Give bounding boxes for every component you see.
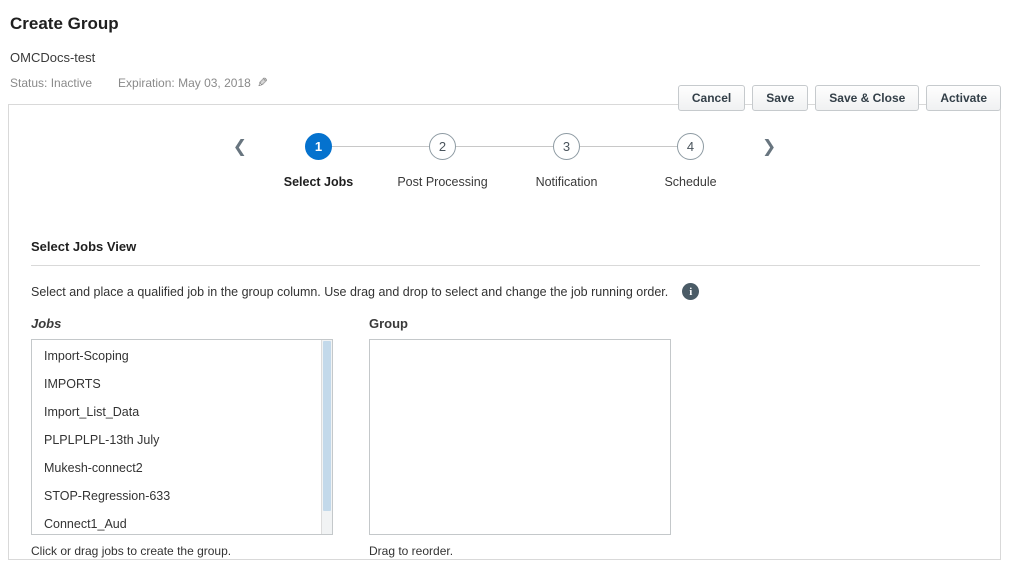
jobs-list: Import-Scoping IMPORTS Import_List_Data … bbox=[32, 340, 332, 535]
activate-button[interactable]: Activate bbox=[926, 85, 1001, 111]
step-4-circle[interactable]: 4 bbox=[677, 133, 704, 160]
step-1-label: Select Jobs bbox=[284, 175, 353, 189]
section-divider bbox=[31, 265, 980, 266]
edit-expiration-pencil-icon[interactable]: ✎ bbox=[257, 75, 268, 91]
step-4-label: Schedule bbox=[664, 175, 716, 189]
group-drop-box[interactable] bbox=[369, 339, 671, 535]
jobs-column: Jobs Import-Scoping IMPORTS Import_List_… bbox=[31, 316, 333, 558]
step-notification[interactable]: 3 Notification bbox=[553, 133, 580, 160]
job-list-item[interactable]: Mukesh-connect2 bbox=[32, 457, 332, 485]
create-group-page: Create Group OMCDocs-test Status: Inacti… bbox=[0, 14, 1009, 560]
instruction-row: Select and place a qualified job in the … bbox=[31, 283, 978, 300]
group-hint: Drag to reorder. bbox=[369, 544, 671, 558]
step-post-processing[interactable]: 2 Post Processing bbox=[429, 133, 456, 160]
job-list-item[interactable]: Import-Scoping bbox=[32, 345, 332, 373]
step-3-label: Notification bbox=[536, 175, 598, 189]
wizard-panel: ❮ 1 Select Jobs 2 Post Processing 3 Noti… bbox=[8, 104, 1001, 560]
action-button-row: Cancel Save Save & Close Activate bbox=[678, 85, 1001, 111]
group-column: Group Drag to reorder. bbox=[369, 316, 671, 558]
job-list-item[interactable]: Import_List_Data bbox=[32, 401, 332, 429]
jobs-hint: Click or drag jobs to create the group. bbox=[31, 544, 333, 558]
save-button[interactable]: Save bbox=[752, 85, 808, 111]
jobs-list-scrollbar[interactable] bbox=[321, 340, 332, 534]
cancel-button[interactable]: Cancel bbox=[678, 85, 745, 111]
save-and-close-button[interactable]: Save & Close bbox=[815, 85, 919, 111]
job-list-item[interactable]: IMPORTS bbox=[32, 373, 332, 401]
stepper-next-chevron-icon[interactable]: ❯ bbox=[762, 133, 776, 160]
instruction-text: Select and place a qualified job in the … bbox=[31, 285, 668, 299]
step-1-circle[interactable]: 1 bbox=[305, 133, 332, 160]
step-schedule[interactable]: 4 Schedule bbox=[677, 133, 704, 160]
expiration-label: Expiration: May 03, 2018 bbox=[118, 76, 251, 90]
info-icon[interactable]: i bbox=[682, 283, 699, 300]
status-label: Status: Inactive bbox=[10, 76, 92, 90]
job-list-item[interactable]: STOP-Regression-633 bbox=[32, 485, 332, 513]
jobs-list-scrollbar-thumb[interactable] bbox=[323, 341, 331, 511]
jobs-group-columns: Jobs Import-Scoping IMPORTS Import_List_… bbox=[31, 316, 978, 558]
step-2-circle[interactable]: 2 bbox=[429, 133, 456, 160]
stepper-connector bbox=[332, 146, 429, 147]
step-2-label: Post Processing bbox=[397, 175, 487, 189]
section-title: Select Jobs View bbox=[31, 239, 978, 254]
stepper-previous-chevron-icon[interactable]: ❮ bbox=[233, 133, 247, 160]
group-column-label: Group bbox=[369, 316, 671, 331]
job-list-item[interactable]: PLPLPLPL-13th July bbox=[32, 429, 332, 457]
step-select-jobs[interactable]: 1 Select Jobs bbox=[305, 133, 332, 160]
jobs-column-label: Jobs bbox=[31, 316, 333, 331]
wizard-stepper: ❮ 1 Select Jobs 2 Post Processing 3 Noti… bbox=[9, 133, 1000, 207]
stepper-connector bbox=[456, 146, 553, 147]
stepper-connector bbox=[580, 146, 677, 147]
group-name: OMCDocs-test bbox=[10, 50, 1001, 65]
job-list-item[interactable]: Connect1_Aud bbox=[32, 513, 332, 535]
page-title: Create Group bbox=[10, 14, 1001, 34]
step-3-circle[interactable]: 3 bbox=[553, 133, 580, 160]
jobs-list-box: Import-Scoping IMPORTS Import_List_Data … bbox=[31, 339, 333, 535]
